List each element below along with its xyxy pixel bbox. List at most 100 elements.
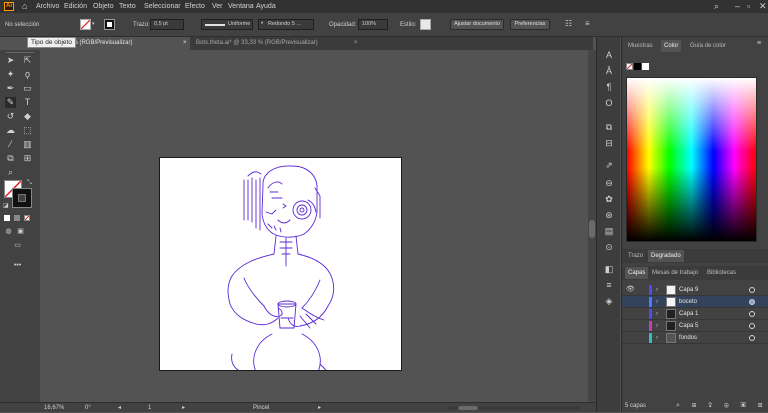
target-circle-icon[interactable] (749, 311, 755, 317)
stroke-indicator[interactable] (12, 188, 32, 208)
zoom-tool-icon[interactable]: ⌕ (5, 167, 16, 178)
free-transform-icon[interactable]: ⬚ (22, 125, 33, 136)
style-swatch[interactable] (420, 19, 431, 30)
home-icon[interactable]: ⌂ (22, 1, 27, 12)
target-circle-icon[interactable] (749, 287, 755, 293)
maximize-icon[interactable]: ▫ (747, 0, 750, 13)
minimize-icon[interactable]: – (735, 0, 740, 13)
export-panel-icon[interactable]: ⇗ (603, 159, 615, 171)
expand-arrow-icon[interactable]: › (656, 320, 658, 332)
close-icon[interactable]: ✕ (759, 0, 767, 13)
expand-arrow-icon[interactable]: › (656, 296, 658, 308)
tab-trazo[interactable]: Trazo (625, 250, 646, 262)
menu-ver[interactable]: Ver (212, 0, 223, 13)
screen-mode-icon[interactable]: ▭ (12, 240, 23, 251)
adjust-document-button[interactable]: Ajustar documento (450, 19, 504, 30)
layer-row[interactable]: › Capa 5 (622, 320, 768, 332)
chevron-down-icon[interactable]: ▾ (92, 21, 95, 27)
glyph-panel-icon[interactable]: Ā (603, 65, 615, 77)
vertical-scroll-thumb[interactable] (589, 220, 595, 238)
layer-row[interactable]: › Capa 1 (622, 308, 768, 320)
layer-name[interactable]: fondos (679, 332, 697, 344)
close-tab-icon[interactable]: × (354, 37, 358, 50)
paintbrush-tool-icon[interactable]: ✎ (5, 97, 16, 108)
horizontal-scroll-thumb[interactable] (458, 406, 478, 410)
expand-arrow-icon[interactable]: › (656, 284, 658, 296)
tab-guia-color[interactable]: Guía de color (687, 40, 729, 52)
brush-select[interactable]: • Redondo 5 ... (258, 19, 314, 30)
type-tool-icon[interactable]: T (22, 97, 33, 108)
menu-texto[interactable]: Texto (119, 0, 136, 13)
fill-swatch[interactable] (80, 19, 91, 30)
swap-icon[interactable]: ⤡ (27, 180, 32, 187)
tab-bibliotecas[interactable]: Bibliotecas (704, 267, 739, 279)
search-icon[interactable]: ⌕ (714, 0, 719, 13)
align-panel-icon[interactable]: ⊟ (603, 137, 615, 149)
menu-archivo[interactable]: Archivo (36, 0, 59, 13)
vertical-scrollbar[interactable] (588, 50, 596, 402)
tab-document-bots[interactable]: Bots.theta.ai* @ 33,33 % (RGB/Previsuali… (192, 37, 362, 50)
artboard[interactable] (159, 157, 402, 371)
stroke-profile-select[interactable]: Uniforme (201, 19, 253, 30)
color-black-swatch[interactable] (634, 63, 641, 70)
appearance-panel-icon[interactable]: ⊙ (603, 241, 615, 253)
layer-name[interactable]: Capa 9 (679, 284, 698, 296)
close-tab-icon[interactable]: × (183, 37, 187, 50)
menu-efecto[interactable]: Efecto (185, 0, 205, 13)
default-colors-icon[interactable]: ◪ (3, 202, 9, 209)
menu-edicion[interactable]: Edición (64, 0, 87, 13)
gradient-panel-icon[interactable]: ◧ (603, 263, 615, 275)
color-spectrum[interactable] (626, 77, 757, 242)
layers-footer-icons[interactable]: ⌕ ⊞ ⇪ ⊕ ▣ ⊠ (676, 401, 767, 411)
layer-name[interactable]: boceto (679, 296, 697, 308)
gradient-mode-icon[interactable] (14, 215, 20, 221)
warp-tool-icon[interactable]: ☁ (5, 125, 16, 136)
preferences-button[interactable]: Preferencias (510, 19, 550, 30)
layer-row-selected[interactable]: › boceto (622, 296, 768, 308)
graphic-styles-icon[interactable]: ▤ (603, 225, 615, 237)
menu-ventana[interactable]: Ventana (228, 0, 254, 13)
tab-mesas-trabajo[interactable]: Mesas de trabajo (649, 267, 701, 279)
opacity-field[interactable]: 100% (358, 19, 388, 30)
stroke-panel-icon[interactable]: ≡ (603, 279, 615, 291)
expand-arrow-icon[interactable]: › (656, 332, 658, 344)
rectangle-tool-icon[interactable]: ▭ (22, 83, 33, 94)
color-mode-icon[interactable] (4, 215, 10, 221)
character-panel-icon[interactable]: A (603, 49, 615, 61)
paragraph-panel-icon[interactable]: ¶ (603, 81, 615, 93)
brushes-panel-icon[interactable]: ⊛ (603, 209, 615, 221)
tab-degradado[interactable]: Degradado (648, 250, 684, 262)
menu-ayuda[interactable]: Ayuda (256, 0, 276, 13)
opentype-panel-icon[interactable]: O (603, 97, 615, 109)
draw-inside-icon[interactable]: ▣ (15, 226, 26, 237)
panel-menu-icon[interactable]: ≡ (757, 40, 761, 47)
lasso-icon[interactable]: ϙ (22, 69, 33, 80)
shape-builder-icon[interactable]: ⧉ (5, 153, 16, 164)
layer-row[interactable]: 👁 › Capa 9 (622, 284, 768, 296)
magic-wand-icon[interactable]: ✦ (5, 69, 16, 80)
horizontal-scrollbar[interactable] (448, 406, 580, 410)
color-white-swatch[interactable] (642, 63, 649, 70)
menu-objeto[interactable]: Objeto (93, 0, 114, 13)
stroke-swatch[interactable] (104, 19, 115, 30)
expand-arrow-icon[interactable]: › (656, 308, 658, 320)
eyedropper-icon[interactable]: ⁄ (5, 139, 16, 150)
selection-tool-icon[interactable]: ➤ (5, 55, 16, 66)
tab-muestras[interactable]: Muestras (625, 40, 656, 52)
rotate-tool-icon[interactable]: ↺ (5, 111, 16, 122)
symbols-panel-icon[interactable]: ✿ (603, 193, 615, 205)
target-circle-icon[interactable] (749, 299, 755, 305)
pen-tool-icon[interactable]: ✒ (5, 83, 16, 94)
links-panel-icon[interactable]: ⊖ (603, 177, 615, 189)
none-mode-icon[interactable] (24, 215, 30, 221)
chart-tool-icon[interactable]: ▥ (22, 139, 33, 150)
stroke-weight-field[interactable]: 0,5 pt (150, 19, 184, 30)
eraser-tool-icon[interactable]: ◆ (22, 111, 33, 122)
tab-color[interactable]: Color (661, 40, 682, 52)
target-circle-icon[interactable] (749, 335, 755, 341)
layer-name[interactable]: Capa 5 (679, 320, 698, 332)
align-icon[interactable]: ☷ (565, 19, 572, 28)
direct-selection-tool-icon[interactable]: ⇱ (22, 55, 33, 66)
transform-panel-icon[interactable]: ⧉ (603, 121, 615, 133)
menu-seleccionar[interactable]: Seleccionar (144, 0, 181, 13)
